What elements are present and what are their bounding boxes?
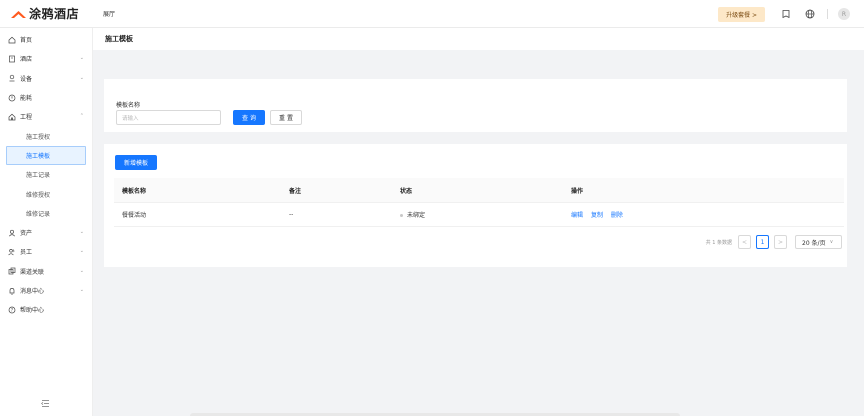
column-header-note: 备注 xyxy=(289,187,302,195)
sidebar-item-label: 帮助中心 xyxy=(20,307,45,315)
sidebar-item-label: 渠道关联 xyxy=(20,268,45,276)
page-number-button[interactable]: 1 xyxy=(756,235,769,249)
sidebar-item-staff[interactable]: 员工 ⌄ xyxy=(0,242,92,261)
asset-icon xyxy=(7,228,16,237)
chevron-down-icon: ∨ xyxy=(829,239,834,245)
bell-icon xyxy=(7,286,16,295)
hotel-icon xyxy=(7,54,16,63)
brand-mark-icon xyxy=(11,10,26,18)
sidebar-item-device[interactable]: 设备 ⌄ xyxy=(0,69,92,88)
sidebar-item-asset[interactable]: 资产 ⌄ xyxy=(0,223,92,242)
device-icon xyxy=(7,74,16,83)
globe-icon[interactable] xyxy=(803,7,817,21)
query-button[interactable]: 查 询 xyxy=(233,110,265,125)
sidebar-item-label: 工程 xyxy=(20,114,33,122)
staff-icon xyxy=(7,247,16,256)
user-avatar[interactable]: R xyxy=(838,8,850,20)
chevron-up-icon: ⌃ xyxy=(79,113,84,120)
sidebar-subitem-repair-auth[interactable]: 维修授权 xyxy=(0,184,92,203)
header-divider xyxy=(827,9,828,19)
cell-template-name: 餐餐活动 xyxy=(122,212,147,219)
help-icon: ? xyxy=(7,305,16,314)
sidebar-item-messages[interactable]: 消息中心 ⌄ xyxy=(0,281,92,300)
chevron-down-icon: ⌄ xyxy=(79,74,84,81)
copy-link[interactable]: 复制 xyxy=(591,212,603,219)
collapse-menu-icon[interactable] xyxy=(40,399,50,410)
pagination-total: 共 1 条数据 xyxy=(705,239,732,246)
edit-link[interactable]: 编辑 xyxy=(571,212,583,219)
engineering-icon xyxy=(7,112,16,121)
cell-actions: 编辑 复制 删除 xyxy=(571,210,629,219)
brand-logo[interactable]: 涂鸦酒店 xyxy=(10,5,96,22)
sidebar-item-engineering[interactable]: 工程 ⌃ xyxy=(0,107,92,126)
home-icon xyxy=(7,35,16,44)
sidebar-item-label: 酒店 xyxy=(20,56,33,64)
upgrade-plan-button[interactable]: 升级套餐 > xyxy=(718,6,765,22)
page-size-select[interactable]: 20 条/页 ∨ xyxy=(795,235,842,249)
column-header-status: 状态 xyxy=(400,187,413,195)
prev-page-button[interactable]: < xyxy=(738,235,751,249)
reset-button[interactable]: 重 置 xyxy=(270,110,302,125)
sidebar-subitem-construction-template[interactable]: 施工模板 xyxy=(6,145,86,166)
sidebar-subitem-repair-record[interactable]: 维修记录 xyxy=(0,204,92,223)
template-name-input[interactable]: 请输入 xyxy=(116,110,221,125)
main-content: 施工模板 模板名称 请输入 查 询 重 置 新增模板 模板名称 备注 状态 操作… xyxy=(93,28,864,416)
next-page-button[interactable]: > xyxy=(774,235,787,249)
channel-icon xyxy=(7,267,16,276)
column-header-name: 模板名称 xyxy=(122,187,147,195)
sidebar-subitem-construction-record[interactable]: 施工记录 xyxy=(0,165,92,184)
sidebar-item-label: 消息中心 xyxy=(20,288,45,295)
cell-status: 未绑定 xyxy=(400,210,425,219)
sidebar-item-help[interactable]: ? 帮助中心 xyxy=(0,300,92,319)
chevron-down-icon: ⌄ xyxy=(79,286,84,293)
theme-icon[interactable] xyxy=(779,7,793,21)
status-dot-icon xyxy=(400,214,403,217)
template-name-label: 模板名称 xyxy=(116,102,141,109)
chevron-down-icon: ⌄ xyxy=(79,55,84,62)
chevron-down-icon: ⌄ xyxy=(79,228,84,235)
column-header-actions: 操作 xyxy=(571,187,584,195)
template-table-panel: 新增模板 模板名称 备注 状态 操作 餐餐活动 -- 未绑定 编辑 复制 删除 … xyxy=(104,144,847,267)
status-text: 未绑定 xyxy=(407,212,426,219)
sidebar-item-hotel[interactable]: 酒店 ⌄ xyxy=(0,49,92,68)
energy-icon xyxy=(7,93,16,102)
search-panel: 模板名称 请输入 查 询 重 置 xyxy=(104,79,847,132)
sidebar-item-label: 员工 xyxy=(20,249,33,257)
table-row: 餐餐活动 -- 未绑定 编辑 复制 删除 xyxy=(114,203,844,227)
sidebar-item-label: 设备 xyxy=(20,75,33,83)
page-title: 施工模板 xyxy=(93,28,864,50)
top-bar: 涂鸦酒店 展厅 升级套餐 > R xyxy=(0,0,864,28)
brand-name: 涂鸦酒店 xyxy=(29,7,80,21)
cell-note: -- xyxy=(289,211,294,218)
sidebar-item-label: 首页 xyxy=(20,37,33,45)
table-header: 模板名称 备注 状态 操作 xyxy=(114,178,844,203)
chevron-down-icon: ⌄ xyxy=(79,248,84,255)
venue-selector[interactable]: 展厅 xyxy=(103,9,115,18)
sidebar-item-label: 资产 xyxy=(20,230,33,238)
sidebar-item-home[interactable]: 首页 xyxy=(0,30,92,49)
pagination: 共 1 条数据 < 1 > 20 条/页 ∨ xyxy=(706,235,842,249)
add-template-button[interactable]: 新增模板 xyxy=(115,155,157,170)
delete-link[interactable]: 删除 xyxy=(611,212,623,219)
sidebar-item-label: 能耗 xyxy=(20,95,33,103)
sidebar-item-channel[interactable]: 渠道关联 ⌄ xyxy=(0,262,92,281)
sidebar-item-energy[interactable]: 能耗 xyxy=(0,88,92,107)
page-size-value: 20 条/页 xyxy=(802,239,826,247)
sidebar: 首页 酒店 ⌄ 设备 ⌄ 能耗 工程 ⌃ 施工授权 施工模板 施工记录 维修授权… xyxy=(0,28,93,416)
chevron-down-icon: ⌄ xyxy=(79,267,84,274)
sidebar-subitem-construction-auth[interactable]: 施工授权 xyxy=(0,126,92,145)
